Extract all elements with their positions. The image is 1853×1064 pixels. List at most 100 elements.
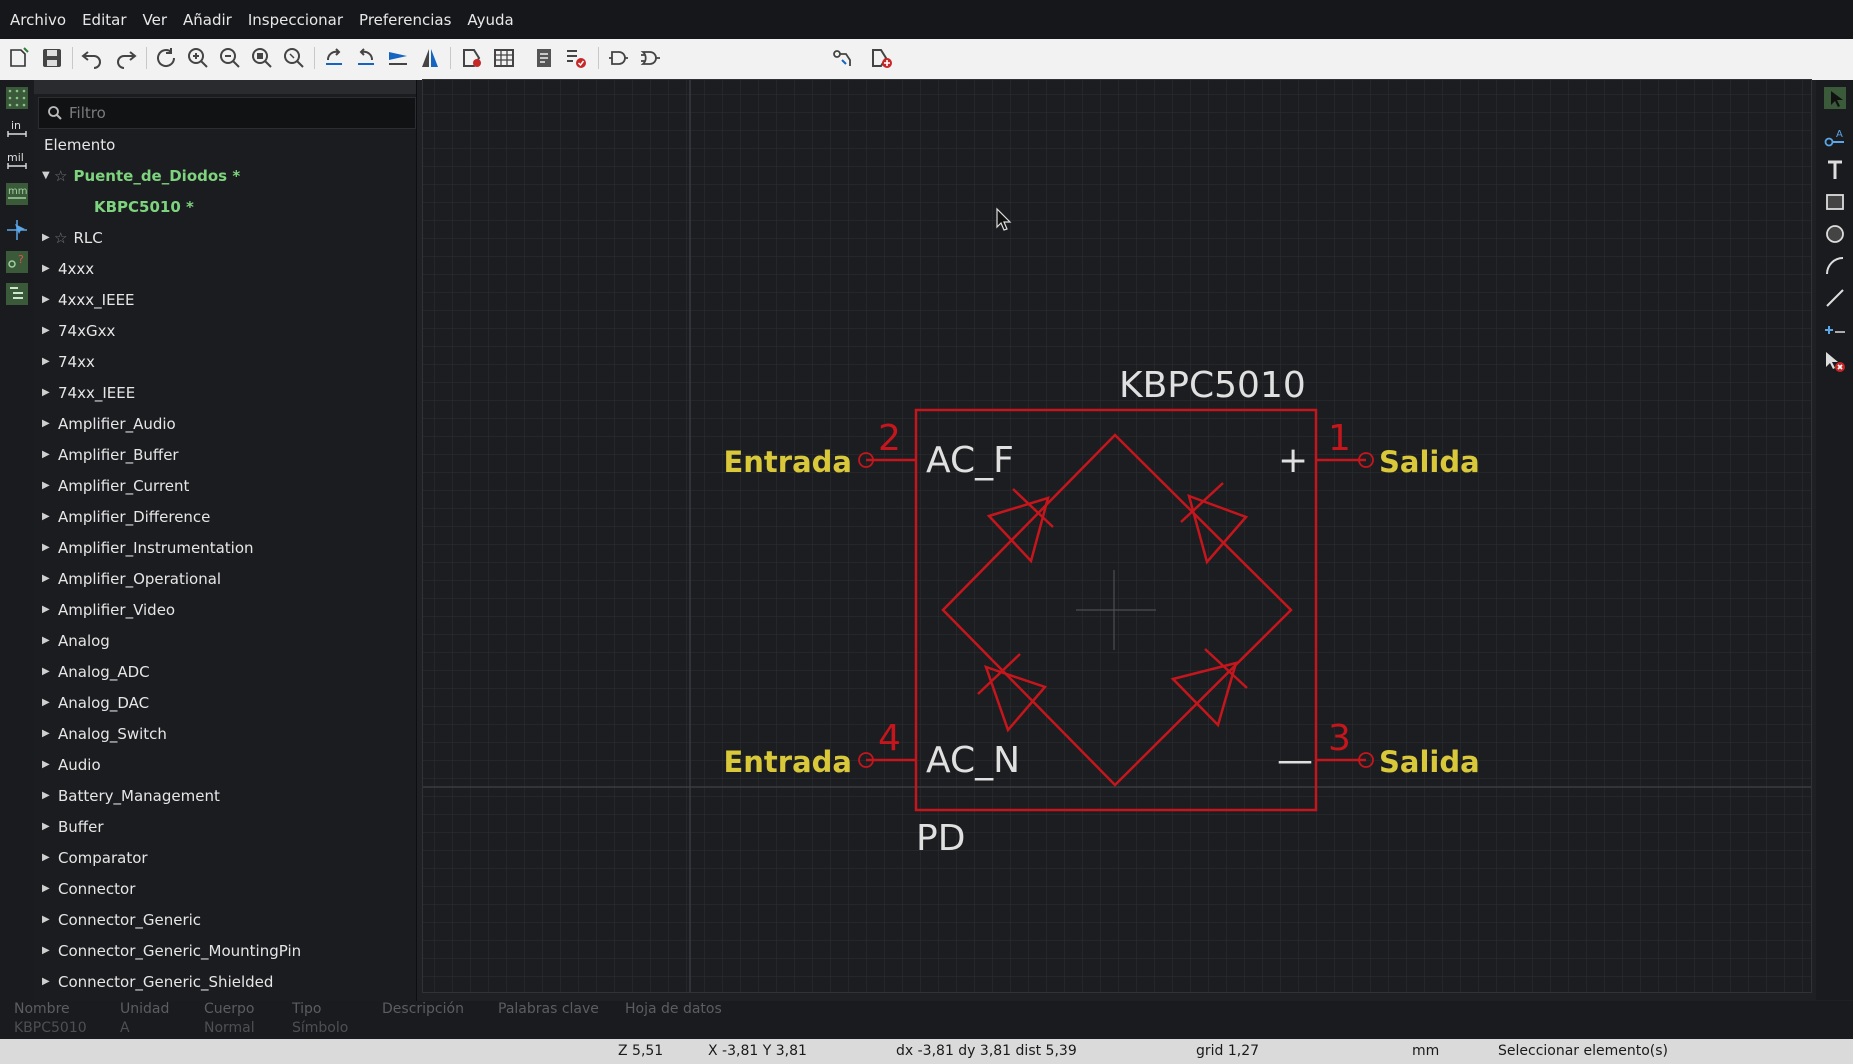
mirror-vertical-icon[interactable] [384, 44, 412, 72]
expand-right-icon[interactable]: ▶ [42, 387, 54, 398]
pin-number-3[interactable]: 3 [1328, 718, 1351, 759]
tree-library-item[interactable]: ▶ Amplifier_Instrumentation [34, 532, 416, 563]
add-to-schematic-icon[interactable] [868, 44, 896, 72]
pin-table-icon[interactable] [490, 44, 518, 72]
tree-library-item[interactable]: ▶ Battery_Management [34, 780, 416, 811]
cursor-crosshair-icon[interactable] [3, 216, 31, 244]
expand-right-icon[interactable]: ▶ [42, 852, 54, 863]
mils-icon[interactable]: mil [3, 148, 31, 176]
expand-right-icon[interactable]: ▶ [42, 449, 54, 460]
tree-library-item[interactable]: ▶ Connector [34, 873, 416, 904]
new-symbol-icon[interactable] [6, 44, 34, 72]
zoom-in-icon[interactable] [184, 44, 212, 72]
set-anchor-icon[interactable] [1821, 316, 1849, 344]
panel-grip[interactable] [34, 80, 416, 94]
expand-right-icon[interactable]: ▶ [42, 728, 54, 739]
zoom-selection-icon[interactable] [280, 44, 308, 72]
expand-right-icon[interactable]: ▶ [42, 263, 54, 274]
tree-library-item[interactable]: ▼ ☆ Puente_de_Diodos * [34, 160, 416, 191]
expand-right-icon[interactable]: ▶ [42, 542, 54, 553]
tree-library-item[interactable]: ▶ Comparator [34, 842, 416, 873]
pin-name-plus[interactable]: + [1278, 440, 1308, 481]
add-text-icon[interactable] [1821, 156, 1849, 184]
de-morgan-standard-icon[interactable] [604, 44, 632, 72]
expand-right-icon[interactable]: ▶ [42, 418, 54, 429]
mirror-horizontal-icon[interactable] [416, 44, 444, 72]
expand-right-icon[interactable]: ▶ [42, 666, 54, 677]
refresh-icon[interactable] [152, 44, 180, 72]
tree-library-item[interactable]: ▶ 4xxx [34, 253, 416, 284]
delete-tool-icon[interactable] [1821, 348, 1849, 376]
expand-right-icon[interactable]: ▶ [42, 480, 54, 491]
menu-inspeccionar[interactable]: Inspeccionar [238, 11, 349, 29]
hide-pins-icon[interactable] [828, 44, 856, 72]
tree-symbol-item[interactable]: KBPC5010 * [34, 191, 416, 222]
pin-number-4[interactable]: 4 [878, 718, 901, 759]
tree-library-item[interactable]: ▶ Analog_DAC [34, 687, 416, 718]
menu-ver[interactable]: Ver [133, 11, 174, 29]
menu-ayuda[interactable]: Ayuda [457, 11, 519, 29]
tree-library-item[interactable]: ▶ Buffer [34, 811, 416, 842]
expand-right-icon[interactable]: ▶ [42, 294, 54, 305]
expand-right-icon[interactable]: ▶ [42, 790, 54, 801]
expand-right-icon[interactable]: ▶ [42, 573, 54, 584]
add-arc-icon[interactable] [1821, 252, 1849, 280]
pin-name-ac-f[interactable]: AC_F [926, 440, 1014, 481]
rotate-ccw-icon[interactable] [320, 44, 348, 72]
tree-library-item[interactable]: ▶ Connector_Generic_Shielded [34, 966, 416, 997]
expand-right-icon[interactable]: ▶ [42, 232, 54, 243]
redo-icon[interactable] [112, 44, 140, 72]
tree-library-item[interactable]: ▶ Analog_Switch [34, 718, 416, 749]
symbol-canvas[interactable]: KBPC5010 2 4 1 3 AC_F AC_N + — Entrada E… [422, 79, 1812, 993]
pin-number-2[interactable]: 2 [878, 418, 901, 459]
tree-library-item[interactable]: ▶ Amplifier_Difference [34, 501, 416, 532]
tree-library-item[interactable]: ▶ ☆ RLC [34, 222, 416, 253]
zoom-fit-icon[interactable] [248, 44, 276, 72]
tree-library-item[interactable]: ▶ Amplifier_Buffer [34, 439, 416, 470]
expand-right-icon[interactable]: ▶ [42, 821, 54, 832]
tree-library-item[interactable]: ▶ 74xx_IEEE [34, 377, 416, 408]
menu-archivo[interactable]: Archivo [0, 11, 72, 29]
expand-right-icon[interactable]: ▶ [42, 635, 54, 646]
expand-right-icon[interactable]: ▶ [42, 697, 54, 708]
zoom-out-icon[interactable] [216, 44, 244, 72]
label-entrada-1[interactable]: Entrada [723, 445, 852, 479]
tree-library-item[interactable]: ▶ Analog [34, 625, 416, 656]
add-circle-icon[interactable] [1821, 220, 1849, 248]
grid-icon[interactable] [3, 84, 31, 112]
datasheet-icon[interactable] [530, 44, 558, 72]
add-line-icon[interactable] [1821, 284, 1849, 312]
expand-right-icon[interactable]: ▶ [42, 883, 54, 894]
add-rectangle-icon[interactable] [1821, 188, 1849, 216]
symbol-properties-icon[interactable] [458, 44, 486, 72]
label-entrada-2[interactable]: Entrada [723, 745, 852, 779]
select-icon[interactable] [1821, 84, 1849, 112]
menu-editar[interactable]: Editar [72, 11, 132, 29]
symbol-reference-field[interactable]: PD [916, 818, 965, 859]
rotate-cw-icon[interactable] [352, 44, 380, 72]
label-salida-1[interactable]: Salida [1379, 445, 1480, 479]
tree-library-item[interactable]: ▶ 74xGxx [34, 315, 416, 346]
undo-icon[interactable] [78, 44, 106, 72]
library-tree-toggle-icon[interactable] [3, 280, 31, 308]
expand-right-icon[interactable]: ▶ [42, 976, 54, 987]
tree-library-item[interactable]: ▶ Connector_Generic_MountingPin [34, 935, 416, 966]
expand-right-icon[interactable]: ▶ [42, 511, 54, 522]
expand-right-icon[interactable]: ▶ [42, 356, 54, 367]
canvas-drawing[interactable]: KBPC5010 2 4 1 3 AC_F AC_N + — Entrada E… [423, 80, 1811, 992]
pin-name-ac-n[interactable]: AC_N [926, 740, 1020, 781]
tree-library-item[interactable]: ▶ Amplifier_Current [34, 470, 416, 501]
tree-library-item[interactable]: ▶ 4xxx_IEEE [34, 284, 416, 315]
check-symbol-icon[interactable] [562, 44, 590, 72]
menu-preferencias[interactable]: Preferencias [349, 11, 457, 29]
symbol-value-field[interactable]: KBPC5010 [1119, 365, 1306, 406]
expand-right-icon[interactable]: ▶ [42, 325, 54, 336]
millimeters-icon[interactable]: mm [3, 180, 31, 208]
expand-right-icon[interactable]: ▶ [42, 945, 54, 956]
expand-right-icon[interactable]: ▶ [42, 759, 54, 770]
expand-down-icon[interactable]: ▼ [42, 170, 54, 181]
tree-library-item[interactable]: ▶ Amplifier_Audio [34, 408, 416, 439]
tree-library-item[interactable]: ▶ Connector_Generic [34, 904, 416, 935]
search-input[interactable]: Filtro [38, 97, 416, 129]
menu-anadir[interactable]: Añadir [173, 11, 238, 29]
